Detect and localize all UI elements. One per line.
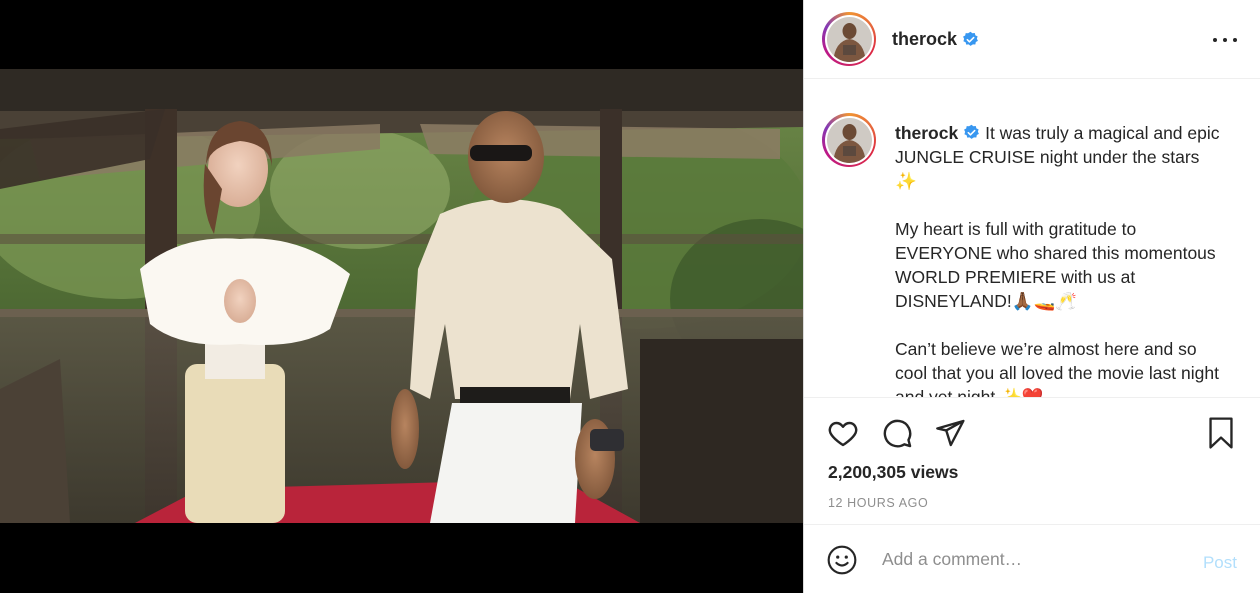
view-count[interactable]: 2,200,305 views bbox=[828, 462, 958, 483]
verified-badge-icon bbox=[963, 31, 978, 46]
caption-profile-picture bbox=[826, 117, 872, 163]
smiley-icon bbox=[827, 545, 857, 574]
post-timestamp[interactable]: 12 HOURS AGO bbox=[828, 496, 928, 510]
caption-section: therock It was truly a magical and epic … bbox=[804, 79, 1260, 397]
heart-icon bbox=[828, 421, 858, 447]
caption-text: therock It was truly a magical and epic … bbox=[895, 121, 1225, 397]
save-button[interactable] bbox=[1204, 416, 1238, 450]
post-side-panel: therock therock It was truly a magical a… bbox=[803, 0, 1260, 593]
comment-button[interactable] bbox=[880, 416, 914, 450]
instagram-post-modal: therock therock It was truly a magical a… bbox=[0, 0, 1260, 593]
paper-plane-icon bbox=[936, 419, 965, 447]
bookmark-icon bbox=[1209, 417, 1233, 449]
post-header: therock bbox=[804, 0, 1260, 79]
caption-avatar[interactable] bbox=[822, 113, 876, 167]
post-actions: 2,200,305 views 12 HOURS AGO bbox=[804, 397, 1260, 525]
emoji-picker-button[interactable] bbox=[826, 544, 858, 576]
post-comment-button[interactable]: Post bbox=[1203, 553, 1237, 573]
share-button[interactable] bbox=[933, 416, 967, 450]
comment-input[interactable] bbox=[882, 549, 1182, 570]
more-options-icon bbox=[1213, 38, 1217, 42]
comment-icon bbox=[883, 419, 912, 448]
post-media bbox=[0, 0, 803, 593]
caption-username-link[interactable]: therock bbox=[895, 123, 958, 143]
video-frame bbox=[0, 69, 803, 523]
like-button[interactable] bbox=[826, 416, 860, 450]
caption-body: It was truly a magical and epic JUNGLE C… bbox=[895, 123, 1220, 397]
avatar[interactable] bbox=[822, 12, 876, 66]
verified-badge-icon bbox=[964, 124, 980, 139]
profile-picture bbox=[826, 16, 872, 62]
more-options-button[interactable] bbox=[1213, 30, 1237, 50]
username-link[interactable]: therock bbox=[892, 29, 957, 50]
video-player[interactable] bbox=[0, 69, 803, 523]
comment-form: Post bbox=[804, 526, 1260, 593]
